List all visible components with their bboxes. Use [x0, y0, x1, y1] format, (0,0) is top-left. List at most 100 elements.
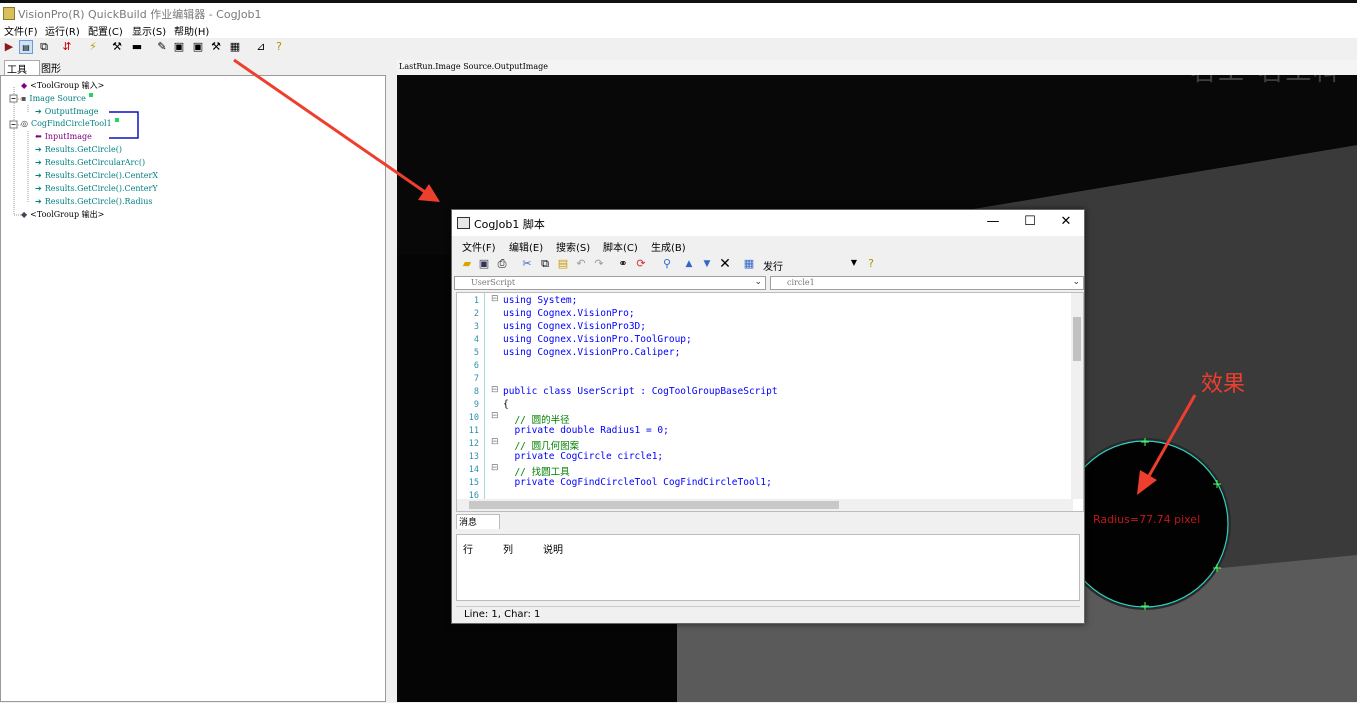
- main-title-bar: VisionPro(R) QuickBuild 作业编辑器 - CogJob1: [0, 0, 1357, 22]
- edit-script-icon[interactable]: ✎: [155, 40, 169, 54]
- script-menu-edit[interactable]: 编辑(E): [509, 239, 543, 254]
- print-icon[interactable]: ⎙: [495, 257, 509, 271]
- io-icon[interactable]: ▣: [191, 40, 205, 54]
- column-header-description[interactable]: 说明: [543, 541, 563, 556]
- column-header-line[interactable]: 行: [463, 541, 473, 556]
- tree-item-output-image[interactable]: ➔ OutputImage: [35, 106, 99, 118]
- scroll-thumb[interactable]: [469, 501, 839, 509]
- maximize-button[interactable]: ☐: [1015, 213, 1045, 231]
- show-tool-tree-icon[interactable]: ▤: [19, 40, 33, 54]
- menu-view[interactable]: 显示(S): [132, 23, 166, 38]
- line-number: 11: [468, 426, 479, 436]
- fold-toggle-icon[interactable]: ⊟: [491, 411, 499, 421]
- show-graph-icon[interactable]: ⧉: [37, 40, 51, 54]
- code-line: public class UserScript : CogToolGroupBa…: [503, 386, 778, 397]
- tree-item-find-circle-tool[interactable]: ◎ CogFindCircleTool1: [21, 118, 119, 130]
- chevron-down-icon: ⌄: [1072, 277, 1080, 287]
- line-number: 12: [468, 439, 479, 449]
- script-menu-search[interactable]: 搜索(S): [556, 239, 590, 254]
- find-icon[interactable]: ⚲: [660, 257, 674, 271]
- terminal-icon[interactable]: ▬: [130, 40, 144, 54]
- copy-icon[interactable]: ⧉: [538, 257, 552, 271]
- tool-icon[interactable]: ⚒: [110, 40, 124, 54]
- reference-icon[interactable]: ⚭: [616, 257, 630, 271]
- script-menu-script[interactable]: 脚本(C): [603, 239, 638, 254]
- main-window-title: VisionPro(R) QuickBuild 作业编辑器 - CogJob1: [18, 8, 262, 21]
- close-button[interactable]: ✕: [1051, 213, 1081, 231]
- code-line: using System;: [503, 295, 578, 306]
- left-pane-tabs: 工具 图形: [0, 58, 388, 76]
- refresh-icon[interactable]: ⟳: [634, 257, 648, 271]
- code-line: private double Radius1 = 0;: [503, 425, 669, 436]
- scroll-thumb[interactable]: [1073, 317, 1081, 361]
- calibrate-icon[interactable]: ▦: [228, 40, 242, 54]
- cut-icon[interactable]: ✂: [520, 257, 534, 271]
- tree-item-result[interactable]: ➔ Results.GetCircle(): [35, 144, 122, 156]
- horizontal-scrollbar[interactable]: [457, 499, 1073, 511]
- code-editor[interactable]: 1 2 3 4 5 6 7 8 9 10 11 12 13 14 15 16 ⊟…: [456, 292, 1084, 512]
- chevron-down-icon: ⌄: [754, 277, 762, 287]
- menu-config[interactable]: 配置(C): [88, 23, 123, 38]
- line-number: 2: [473, 309, 479, 319]
- output-arrow-icon: ➔: [35, 145, 42, 154]
- undo-icon[interactable]: ↶: [574, 257, 588, 271]
- column-header-column[interactable]: 列: [503, 541, 513, 556]
- watermark: 茗工-茗工科: [1190, 75, 1341, 88]
- line-number: 15: [468, 478, 479, 488]
- tree-item-result[interactable]: ➔ Results.GetCircle().CenterY: [35, 183, 158, 195]
- open-icon[interactable]: ▰: [460, 257, 474, 271]
- input-terminal-icon: ◆: [21, 81, 28, 90]
- fold-toggle-icon[interactable]: ⊟: [491, 294, 499, 304]
- status-ok-icon: [114, 118, 119, 122]
- fold-toggle-icon[interactable]: ⊟: [491, 385, 499, 395]
- paste-icon[interactable]: ▤: [556, 257, 570, 271]
- status-ok-icon: [88, 93, 93, 97]
- fold-toggle-icon[interactable]: ⊟: [491, 437, 499, 447]
- tree-item-toolgroup-output[interactable]: ◆ <ToolGroup 输出>: [21, 209, 104, 221]
- redo-icon[interactable]: ↷: [592, 257, 606, 271]
- menu-help[interactable]: 帮助(H): [174, 23, 209, 38]
- member-select[interactable]: circle1 ⌄: [770, 276, 1084, 290]
- fold-toggle-icon[interactable]: ⊟: [491, 463, 499, 473]
- build-icon[interactable]: ▦: [742, 257, 756, 271]
- output-arrow-icon: ➔: [35, 184, 42, 193]
- tree-item-image-source[interactable]: ▪ Image Source: [21, 93, 93, 105]
- script-menu-file[interactable]: 文件(F): [462, 239, 496, 254]
- help-icon[interactable]: ?: [272, 40, 286, 54]
- run-icon[interactable]: ▶: [2, 40, 16, 54]
- code-line: using Cognex.VisionPro;: [503, 308, 635, 319]
- image-view-header: LastRun.Image Source.OutputImage: [397, 60, 1357, 75]
- line-number: 3: [473, 322, 479, 332]
- save-icon[interactable]: ▣: [477, 257, 491, 271]
- code-line: {: [503, 399, 509, 410]
- line-number: 13: [468, 452, 479, 462]
- move-down-icon[interactable]: ▼: [700, 257, 714, 271]
- build-config-select[interactable]: 发行 ▼: [763, 258, 857, 273]
- script-editor-window: CogJob1 脚本 — ☐ ✕ 文件(F) 编辑(E) 搜索(S) 脚本(C)…: [451, 209, 1085, 624]
- tab-messages[interactable]: 消息: [456, 514, 500, 529]
- tab-graphics[interactable]: 图形: [41, 60, 61, 75]
- menu-file[interactable]: 文件(F): [4, 23, 38, 38]
- line-number: 1: [473, 296, 479, 306]
- tree-item-result[interactable]: ➔ Results.GetCircle().CenterX: [35, 170, 158, 182]
- image-icon[interactable]: ▣: [172, 40, 186, 54]
- tree-item-result[interactable]: ➔ Results.GetCircle().Radius: [35, 196, 152, 208]
- reset-icon[interactable]: ⚡: [86, 40, 100, 54]
- class-select[interactable]: UserScript ⌄: [454, 276, 766, 290]
- code-line: // 找圆工具: [503, 467, 570, 478]
- move-up-icon[interactable]: ▲: [682, 257, 696, 271]
- code-line: private CogCircle circle1;: [503, 451, 664, 462]
- tree-item-toolgroup-input[interactable]: ◆ <ToolGroup 输入>: [21, 80, 104, 92]
- script-menu-build[interactable]: 生成(B): [651, 239, 686, 254]
- run-once-icon[interactable]: ⇵: [60, 40, 74, 54]
- measure-icon[interactable]: ⊿: [254, 40, 268, 54]
- vertical-scrollbar[interactable]: [1071, 293, 1083, 499]
- minimize-button[interactable]: —: [978, 213, 1008, 231]
- delete-icon[interactable]: ✕: [718, 257, 732, 271]
- tools-icon[interactable]: ⚒: [209, 40, 223, 54]
- tree-item-input-image[interactable]: ⬅ InputImage: [35, 131, 92, 143]
- help-icon[interactable]: ?: [864, 257, 878, 271]
- tree-item-result[interactable]: ➔ Results.GetCircularArc(): [35, 157, 145, 169]
- menu-run[interactable]: 运行(R): [45, 23, 80, 38]
- tab-tools[interactable]: 工具: [4, 60, 40, 76]
